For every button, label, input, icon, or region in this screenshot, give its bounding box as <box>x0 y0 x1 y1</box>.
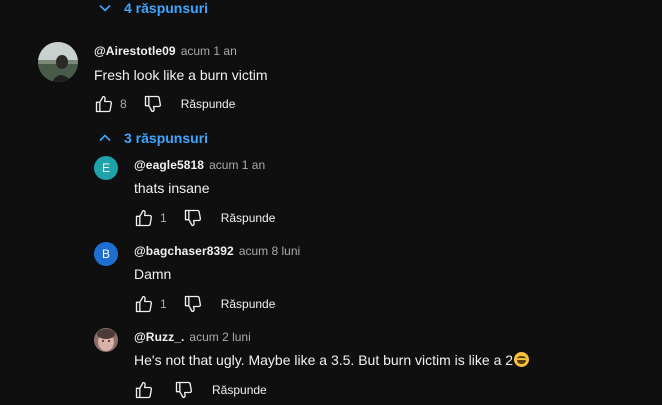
reply-actions: 1 Răspunde <box>132 292 275 316</box>
reply-header: @eagle5818 acum 1 an <box>134 158 265 172</box>
avatar[interactable]: E <box>94 156 118 180</box>
hide-replies-toggle[interactable]: 3 răspunsuri <box>98 130 208 146</box>
comment-author[interactable]: @Airestotle09 <box>94 44 176 58</box>
thumbs-down-icon <box>144 95 161 113</box>
like-count: 1 <box>160 297 167 311</box>
comment-timestamp[interactable]: acum 1 an <box>181 44 237 58</box>
reply-text: thats insane <box>134 180 210 196</box>
like-button[interactable] <box>132 378 156 402</box>
dislike-button[interactable] <box>181 206 205 230</box>
avatar[interactable] <box>94 328 118 352</box>
avatar[interactable] <box>38 42 78 82</box>
reply-header: @Ruzz_. acum 2 luni <box>134 330 251 344</box>
reply-button[interactable]: Răspunde <box>212 383 267 397</box>
reply-author[interactable]: @eagle5818 <box>134 158 204 172</box>
chevron-down-icon <box>98 1 112 15</box>
dislike-button[interactable] <box>172 378 196 402</box>
reply-timestamp[interactable]: acum 1 an <box>209 158 265 172</box>
reply-text: He's not that ugly. Maybe like a 3.5. Bu… <box>134 352 514 368</box>
like-button[interactable] <box>92 92 116 116</box>
hide-replies-label: 3 răspunsuri <box>124 130 209 146</box>
joy-emoji-icon <box>514 352 530 367</box>
comment-actions: 8 Răspunde <box>92 92 235 116</box>
thumbs-up-icon <box>135 209 153 227</box>
avatar[interactable]: B <box>94 242 118 266</box>
reply-author[interactable]: @Ruzz_. <box>134 330 184 344</box>
reply-actions: 1 Răspunde <box>132 206 275 230</box>
show-replies-label: 4 răspunsuri <box>124 0 209 16</box>
like-button[interactable] <box>132 206 156 230</box>
reply-button[interactable]: Răspunde <box>181 97 236 111</box>
avatar-letter: B <box>101 247 110 261</box>
comments-panel: 4 răspunsuri @Airestotle09 acum 1 an Fre… <box>0 0 662 405</box>
reply-actions: Răspunde <box>132 378 267 402</box>
reply-button[interactable]: Răspunde <box>221 297 276 311</box>
thumbs-down-icon <box>184 295 201 313</box>
reply-header: @bagchaser8392 acum 8 luni <box>134 244 300 258</box>
thumbs-up-icon <box>135 295 153 313</box>
chevron-up-icon <box>98 131 112 145</box>
reply-timestamp[interactable]: acum 8 luni <box>239 244 300 258</box>
dislike-button[interactable] <box>141 92 165 116</box>
avatar-letter: E <box>101 161 110 175</box>
reply-timestamp[interactable]: acum 2 luni <box>189 330 250 344</box>
like-count: 8 <box>120 97 127 111</box>
like-button[interactable] <box>132 292 156 316</box>
reply-text: Damn <box>134 266 172 282</box>
dislike-button[interactable] <box>181 292 205 316</box>
reply-text-row: He's not that ugly. Maybe like a 3.5. Bu… <box>134 352 530 368</box>
like-count: 1 <box>160 211 167 225</box>
thumbs-up-icon <box>135 381 153 399</box>
thumbs-down-icon <box>175 381 193 399</box>
reply-button[interactable]: Răspunde <box>221 211 276 225</box>
thumbs-up-icon <box>95 95 113 113</box>
thumbs-down-icon <box>184 209 201 227</box>
comment-header: @Airestotle09 acum 1 an <box>94 44 237 58</box>
show-replies-toggle[interactable]: 4 răspunsuri <box>98 0 208 16</box>
reply-author[interactable]: @bagchaser8392 <box>134 244 234 258</box>
comment-text: Fresh look like a burn victim <box>94 67 268 83</box>
